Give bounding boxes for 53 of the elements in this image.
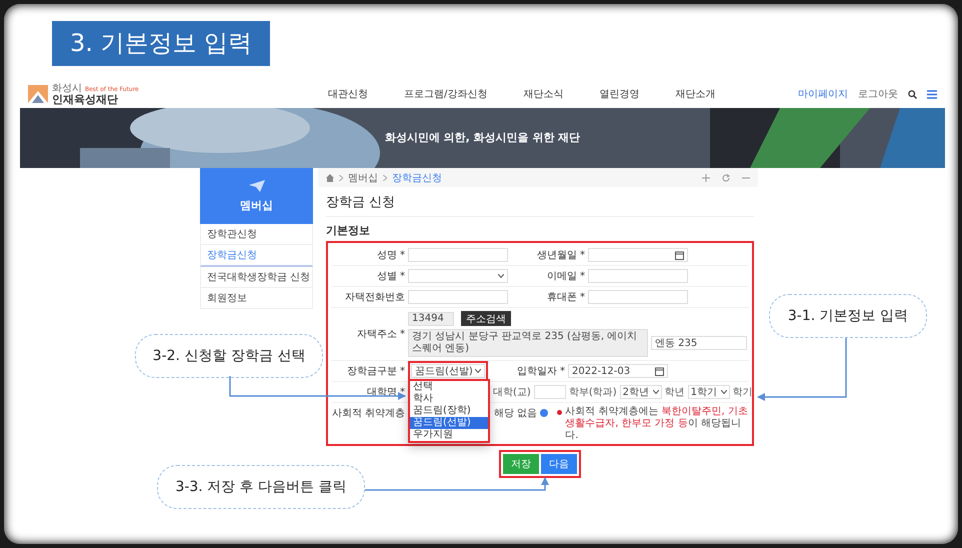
date-field[interactable]: 2022-12-03 xyxy=(568,364,668,378)
dropdown-option[interactable]: 선택 xyxy=(410,381,488,393)
section-title: 기본정보 xyxy=(326,223,371,238)
nav-link[interactable]: 프로그램/강좌신청 xyxy=(404,87,488,101)
logo-subtitle: 화성시 xyxy=(52,84,82,94)
nav-link[interactable]: 대관신청 xyxy=(328,87,368,101)
callout-bubble: 3-3. 저장 후 다음버튼 클릭 xyxy=(157,465,365,509)
field-label: 자택주소 * xyxy=(356,328,405,341)
select-field[interactable]: 1학기 xyxy=(688,385,730,399)
nav-link[interactable]: 열린경영 xyxy=(599,87,640,101)
sidebar-item[interactable]: 회원정보 xyxy=(200,288,313,309)
postcode-field[interactable]: 13494 xyxy=(408,312,454,326)
slide-title: 3. 기본정보 입력 xyxy=(52,21,270,66)
field-unit: 학년 xyxy=(664,386,685,399)
dropdown-option[interactable]: 학사 xyxy=(410,393,488,405)
breadcrumb-link[interactable]: 멤버십 xyxy=(348,170,378,184)
info-note: 사회적 취약계층에는 북한이탈주민, 기초생활수급자, 한부모 가정 등이 해당됩니다. xyxy=(565,406,749,442)
dropdown-option[interactable]: 꿈드림(선발) xyxy=(410,417,488,429)
field-unit: 대학(교) xyxy=(493,386,531,399)
breadcrumb-link[interactable]: 장학금신청 xyxy=(392,170,442,184)
banner-slogan: 화성시민에 의한, 화성시민을 위한 재단 xyxy=(384,130,582,145)
callout-bubble: 3-1. 기본정보 입력 xyxy=(769,294,927,338)
field-unit: 학기 xyxy=(732,386,753,399)
dropdown-option[interactable]: 꿈드림(장학) xyxy=(410,405,488,417)
sidebar-title: 멤버십 xyxy=(240,198,273,212)
field-label: 생년월일 * xyxy=(536,249,585,262)
address-field[interactable]: 경기 성남시 분당구 판교역로 235 (삼평동, 에이치스퀘어 엔동) xyxy=(408,329,648,357)
header-link[interactable]: 로그아웃 xyxy=(858,87,898,101)
nav-link[interactable]: 재단소개 xyxy=(675,87,716,101)
sidebar-item[interactable]: 전국대학생장학금 신청 xyxy=(200,267,313,288)
address-search-button[interactable]: 주소검색 xyxy=(461,311,511,326)
dropdown-option[interactable]: 우가지원 xyxy=(410,429,488,441)
logo-name: 인재육성재단 xyxy=(52,94,119,104)
sidebar-item[interactable]: 장학금신청 xyxy=(200,245,313,267)
field-unit: 학부(학과) xyxy=(568,386,617,399)
field-label: 사회적 취약계층 xyxy=(331,407,405,420)
field-label: 휴대폰 * xyxy=(546,291,585,304)
address-detail-field[interactable]: 엔동 235 xyxy=(651,336,747,350)
field-label: 성별 * xyxy=(376,270,405,283)
nav-link[interactable]: 재단소식 xyxy=(523,87,564,101)
callout-bubble: 3-2. 신청할 장학금 선택 xyxy=(135,334,323,378)
select-field[interactable]: 2학년 xyxy=(620,385,662,399)
sidebar-item[interactable]: 장학관신청 xyxy=(200,224,313,245)
header-link[interactable]: 마이페이지 xyxy=(798,87,848,101)
field-label: 자택전화번호 xyxy=(344,291,405,304)
field-label: 성명 * xyxy=(376,249,405,262)
field-label: 장학금구분 * xyxy=(346,365,405,378)
page-title: 장학금 신청 xyxy=(326,193,754,217)
next-button[interactable]: 다음 xyxy=(541,454,577,474)
radio-label: 해당 없음 xyxy=(494,407,538,420)
select-field[interactable]: 꿈드림(선발) xyxy=(411,364,485,378)
field-label: 이메일 * xyxy=(546,270,585,283)
field-label: 입학일자 * xyxy=(516,365,565,378)
